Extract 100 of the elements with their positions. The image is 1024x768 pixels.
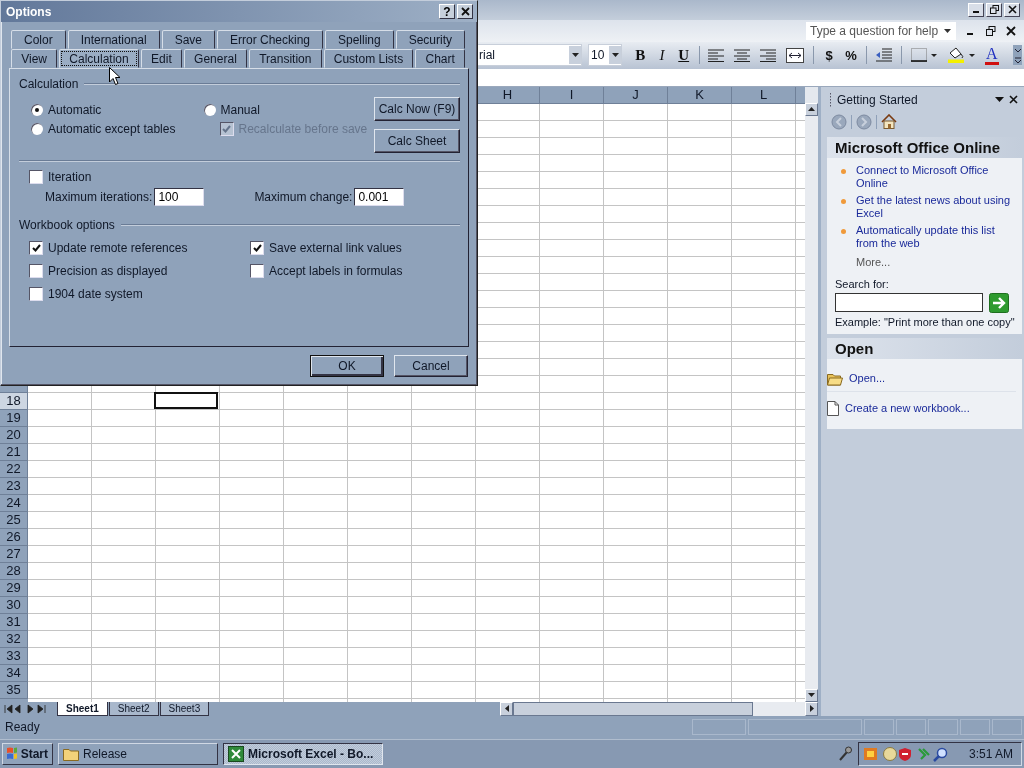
status-panel [692, 719, 746, 736]
link[interactable]: Create a new workbook... [845, 402, 970, 415]
checkbox[interactable] [29, 170, 43, 184]
tab[interactable]: Transition [249, 49, 322, 68]
help-button[interactable]: ? [439, 4, 455, 19]
taskbar-button[interactable]: Release [58, 743, 218, 765]
font-size-field[interactable]: 10 [588, 44, 623, 67]
folder-icon [827, 372, 843, 386]
dialog-title: Options [6, 4, 53, 19]
calc-button[interactable]: Calc Now (F9) [374, 97, 460, 121]
scroll-right-icon[interactable] [809, 705, 814, 713]
home-icon[interactable] [881, 114, 897, 130]
scroll-left-icon[interactable] [504, 705, 509, 713]
font-color-button[interactable]: A [984, 45, 999, 66]
toolbar-options-icon[interactable] [1013, 45, 1022, 66]
align-right-icon[interactable] [760, 48, 777, 62]
close-icon[interactable] [1009, 95, 1018, 105]
link[interactable]: Automatically update this list from the web [856, 224, 1016, 250]
field-label: Maximum iterations: [45, 190, 153, 204]
font-name-field[interactable]: rial [476, 44, 583, 67]
close-button[interactable] [1004, 2, 1020, 17]
flag-icon [7, 747, 17, 761]
decrease-indent-icon[interactable] [875, 48, 892, 63]
dialog-button[interactable]: OK [310, 355, 384, 377]
checkbox-label: Precision as displayed [48, 264, 168, 278]
dialog-button[interactable]: Cancel [394, 355, 468, 377]
microphone-icon[interactable] [836, 746, 853, 762]
dropdown-icon [930, 53, 937, 57]
more-link[interactable]: More... [856, 256, 1016, 268]
align-left-icon[interactable] [708, 48, 725, 62]
fill-color-button[interactable] [946, 47, 975, 64]
link[interactable]: Connect to Microsoft Office Online [856, 164, 1016, 190]
close-button[interactable] [457, 4, 473, 19]
restore-button[interactable] [986, 2, 1002, 17]
tab[interactable]: Error Checking [217, 30, 323, 49]
bold-button[interactable]: B [630, 44, 651, 67]
status-panel [896, 719, 926, 736]
checkbox-label: Accept labels in formulas [269, 264, 403, 278]
radio-button[interactable] [31, 104, 43, 116]
close-icon[interactable] [1006, 25, 1016, 36]
search-example: Example: "Print more than one copy" [835, 316, 1016, 328]
tab[interactable]: Security [395, 30, 465, 49]
dropdown-icon [944, 28, 951, 33]
currency-button[interactable]: $ [819, 44, 840, 67]
tab[interactable]: View [11, 49, 58, 68]
tab[interactable]: General [183, 49, 247, 68]
start-button[interactable]: Start [2, 743, 53, 765]
tab[interactable]: Edit [140, 49, 182, 68]
bullet-icon [841, 169, 846, 174]
link[interactable]: Get the latest news about using Excel [856, 194, 1016, 220]
underline-button[interactable]: U [673, 44, 694, 67]
restore-icon[interactable] [986, 25, 996, 36]
active-cell[interactable] [154, 392, 218, 409]
column-header[interactable]: L [732, 87, 796, 103]
italic-button[interactable]: I [652, 44, 672, 67]
input-field[interactable]: 100 [154, 188, 205, 206]
go-button[interactable] [989, 293, 1009, 313]
search-field[interactable] [835, 293, 983, 313]
tab[interactable]: Save [161, 30, 215, 49]
search-label: Search for: [835, 278, 890, 290]
task-pane-title[interactable]: Getting Started [837, 93, 990, 107]
mouse-pointer-icon [109, 67, 121, 86]
grip-icon[interactable] [829, 93, 832, 107]
dropdown-icon[interactable] [995, 97, 1004, 103]
checkbox[interactable] [29, 241, 43, 255]
dropdown-icon [571, 53, 579, 58]
checkbox[interactable] [250, 264, 264, 278]
checkbox[interactable] [29, 287, 43, 301]
checkbox[interactable] [250, 241, 264, 255]
column-header[interactable]: I [540, 87, 604, 103]
calc-button[interactable]: Calc Sheet [374, 129, 460, 153]
tab[interactable]: Color [11, 30, 66, 49]
borders-button[interactable] [910, 48, 937, 63]
input-field[interactable]: 0.001 [354, 188, 405, 206]
column-header[interactable]: J [604, 87, 668, 103]
tab[interactable]: Spelling [325, 30, 394, 49]
merge-cells-icon[interactable] [786, 47, 805, 63]
radio-label: Manual [220, 103, 260, 117]
dropdown-icon [968, 53, 975, 57]
radio-button[interactable] [203, 104, 216, 116]
tab[interactable]: Chart [415, 49, 466, 68]
tab[interactable]: Calculation [59, 49, 139, 68]
checkbox-label: Save external link values [269, 241, 402, 255]
dropdown-icon [611, 53, 619, 58]
close-icon [460, 7, 470, 16]
help-search-field[interactable]: Type a question for help [806, 21, 956, 40]
percent-button[interactable]: % [841, 44, 861, 67]
align-center-icon[interactable] [734, 48, 751, 62]
tab[interactable]: Custom Lists [323, 49, 414, 68]
tab[interactable]: International [67, 30, 160, 49]
field-label: Maximum change: [254, 190, 353, 204]
column-header[interactable]: K [668, 87, 732, 103]
section-header: Open [827, 338, 1022, 359]
taskbar-button[interactable]: Microsoft Excel - Bo... [223, 743, 383, 765]
scroll-down-icon[interactable] [808, 693, 815, 698]
radio-button[interactable] [31, 123, 43, 135]
scroll-up-icon[interactable] [808, 107, 815, 112]
checkbox[interactable] [29, 264, 43, 278]
minimize-button[interactable] [968, 2, 984, 17]
link[interactable]: Open... [849, 372, 886, 386]
